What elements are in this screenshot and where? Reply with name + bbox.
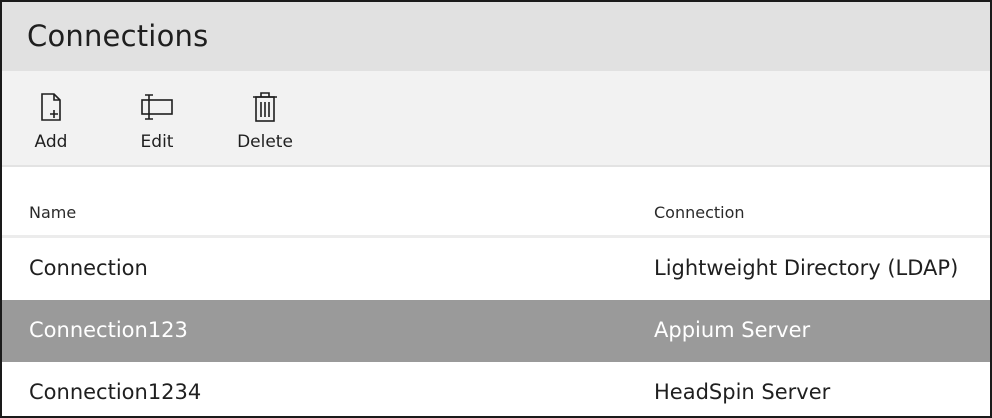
trash-icon: [251, 91, 279, 123]
table-header: Name Connection: [2, 167, 990, 238]
row-connection-cell: HeadSpin Server: [654, 380, 831, 404]
add-button[interactable]: Add: [31, 91, 71, 152]
row-connection-cell: Appium Server: [654, 318, 811, 342]
column-header-name[interactable]: Name: [29, 203, 76, 222]
edit-button[interactable]: Edit: [135, 91, 179, 152]
row-name-cell: Connection1234: [29, 380, 202, 404]
table-row-selected[interactable]: Connection123 Appium Server: [2, 300, 990, 362]
connections-window: Connections Add Edit Delete Name Connect…: [0, 0, 992, 418]
table-row[interactable]: Connection Lightweight Directory (LDAP): [2, 238, 990, 300]
row-name-cell: Connection: [29, 256, 148, 280]
toolbar: Add Edit Delete: [2, 71, 990, 167]
edit-button-label: Edit: [140, 132, 174, 152]
column-header-connection[interactable]: Connection: [654, 203, 745, 222]
row-connection-cell: Lightweight Directory (LDAP): [654, 256, 959, 280]
add-button-label: Add: [34, 132, 68, 152]
page-title: Connections: [27, 18, 209, 53]
add-document-icon: [39, 91, 63, 123]
delete-button[interactable]: Delete: [236, 91, 294, 152]
edit-rename-icon: [140, 91, 174, 123]
delete-button-label: Delete: [237, 132, 293, 152]
row-name-cell: Connection123: [29, 318, 188, 342]
table-row[interactable]: Connection1234 HeadSpin Server: [2, 362, 990, 416]
connections-table: Name Connection Connection Lightweight D…: [2, 167, 990, 416]
page-header: Connections: [2, 2, 990, 71]
